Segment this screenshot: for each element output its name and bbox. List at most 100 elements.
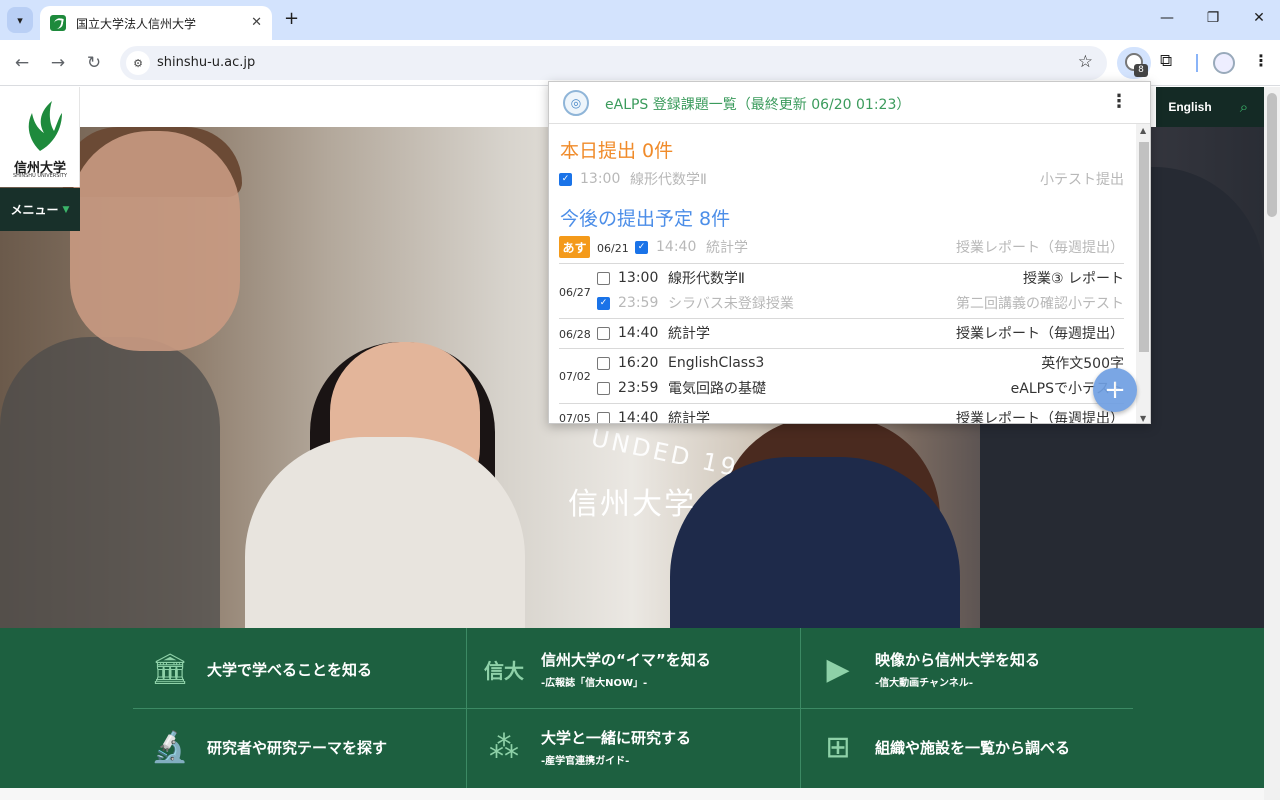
done-checkbox[interactable]: ✓ — [559, 172, 572, 186]
menu-label: メニュー — [10, 203, 59, 217]
profile-avatar[interactable] — [1213, 52, 1235, 74]
tab-search-button[interactable]: ▾ — [7, 7, 33, 33]
back-button[interactable]: ← — [11, 52, 33, 74]
bookmark-star-icon[interactable]: ☆ — [1078, 52, 1093, 72]
hero-person-left — [0, 337, 220, 628]
assignment-row: 13:00 線形代数学Ⅱ 授業③ レポート — [597, 267, 1124, 289]
plus-icon: + — [1104, 375, 1126, 405]
done-checkbox[interactable]: ✓ — [597, 296, 610, 310]
hero-person-center — [245, 437, 525, 628]
assignment-course[interactable]: EnglishClass3 — [668, 355, 1041, 371]
divider — [559, 263, 1124, 264]
quicknav-learn[interactable]: 🏛 大学で学べることを知る — [145, 646, 372, 692]
assignment-task[interactable]: 第二回講義の確認小テスト — [956, 293, 1124, 313]
assignment-task[interactable]: 授業レポート（毎週提出） — [956, 237, 1124, 257]
quicknav-title: 組織や施設を一覧から調べる — [875, 738, 1071, 757]
site-info-icon[interactable]: ⚙ — [126, 51, 150, 75]
close-window-icon[interactable]: ✕ — [1249, 10, 1269, 26]
url-text[interactable]: shinshu-u.ac.jp — [157, 55, 255, 70]
assignment-course[interactable]: 線形代数学Ⅱ — [668, 268, 1023, 288]
assignment-time: 13:00 — [618, 270, 659, 286]
ealps-popup: ◎ eALPS 登録課題一覧（最終更新 06/20 01:23） ⋮ 本日提出 … — [548, 81, 1151, 424]
triangle-down-icon: ▼ — [62, 204, 70, 215]
assignment-time: 13:00 — [580, 171, 621, 187]
divider — [800, 628, 801, 788]
assignment-course[interactable]: 統計学 — [668, 408, 956, 423]
assignment-row: 23:59 電気回路の基礎 eALPSで小テスト — [597, 377, 1124, 399]
page-scrollbar[interactable] — [1264, 87, 1280, 800]
quicknav-title: 大学と一緒に研究する — [541, 729, 692, 747]
ealps-extension-button[interactable]: 8 — [1117, 47, 1151, 79]
shindai-now-icon: 信大 — [484, 658, 524, 683]
extensions-puzzle-icon[interactable]: ⧉ — [1160, 51, 1172, 71]
assignment-course[interactable]: 線形代数学Ⅱ — [630, 169, 1040, 189]
popup-menu-icon[interactable]: ⋮ — [1110, 91, 1128, 112]
hero-founded-text: UNDED 19 — [588, 423, 742, 483]
assignment-course[interactable]: 統計学 — [668, 323, 956, 343]
extension-badge: 8 — [1134, 64, 1148, 77]
quicknav-title: 大学で学べることを知る — [207, 660, 373, 679]
todo-checkbox[interactable] — [597, 381, 610, 395]
site-logo[interactable]: 信州大学 SHINSHU UNIVERSITY — [0, 87, 80, 187]
assignment-task[interactable]: 小テスト提出 — [1040, 169, 1124, 189]
menu-button[interactable]: メニュー ▼ — [0, 188, 80, 231]
quicknav-collaborate[interactable]: ⁂ 大学と一緒に研究する -産学官連携ガイド- — [479, 724, 691, 770]
quicknav-video[interactable]: ▶ 映像から信州大学を知る -信大動画チャンネル- — [813, 646, 1040, 692]
new-tab-button[interactable]: + — [284, 9, 299, 29]
tomorrow-badge: あす — [559, 236, 590, 258]
assignment-time: 16:20 — [618, 355, 659, 371]
scroll-up-icon[interactable]: ▲ — [1140, 126, 1146, 135]
done-checkbox[interactable]: ✓ — [635, 240, 648, 254]
assignment-course[interactable]: シラバス未登録授業 — [668, 293, 956, 313]
minimize-icon[interactable]: — — [1157, 10, 1177, 26]
assignment-row: 16:20 EnglishClass3 英作文500字 — [597, 352, 1124, 374]
todo-checkbox[interactable] — [597, 411, 610, 423]
popup-scrollbar[interactable]: ▲ ▼ — [1136, 124, 1150, 423]
ealps-logo-icon: ◎ — [563, 90, 589, 116]
english-button[interactable]: English — [1156, 87, 1224, 127]
assignment-row: 14:40 統計学 授業レポート（毎週提出） — [597, 407, 1124, 423]
chevron-down-icon: ▾ — [17, 13, 23, 27]
favicon-icon — [50, 15, 66, 31]
today-heading: 本日提出 0件 — [560, 140, 674, 162]
quicknav-shindai-now[interactable]: 信大 信州大学の“イマ”を知る -広報誌「信大NOW」- — [479, 646, 711, 692]
quicknav-subtitle: -広報誌「信大NOW」- — [541, 678, 648, 689]
assignment-course[interactable]: 電気回路の基礎 — [668, 378, 1011, 398]
assignment-course[interactable]: 統計学 — [706, 237, 956, 257]
popup-scrollbar-thumb[interactable] — [1139, 142, 1149, 352]
popup-header: ◎ eALPS 登録課題一覧（最終更新 06/20 01:23） ⋮ — [549, 82, 1150, 124]
assignment-row: ✓ 13:00 線形代数学Ⅱ 小テスト提出 — [559, 168, 1124, 190]
assignment-time: 14:40 — [618, 325, 659, 341]
address-bar[interactable]: ⚙ shinshu-u.ac.jp ☆ — [120, 46, 1107, 80]
assignment-task[interactable]: 授業レポート（毎週提出） — [956, 323, 1124, 343]
divider — [559, 403, 1124, 404]
close-tab-icon[interactable]: ✕ — [251, 15, 262, 30]
quicknav-researchers[interactable]: 🔬 研究者や研究テーマを探す — [145, 724, 387, 770]
reload-button[interactable]: ↻ — [83, 52, 105, 74]
todo-checkbox[interactable] — [597, 271, 610, 285]
quicknav-subtitle: -産学官連携ガイド- — [541, 756, 630, 767]
divider — [133, 708, 1133, 709]
todo-checkbox[interactable] — [597, 326, 610, 340]
scrollbar-thumb[interactable] — [1267, 93, 1277, 217]
assignment-row: 14:40 統計学 授業レポート（毎週提出） — [597, 322, 1124, 344]
browser-menu-icon[interactable]: ⋮ — [1253, 51, 1269, 70]
quicknav-organization[interactable]: ⊞ 組織や施設を一覧から調べる — [813, 724, 1070, 770]
todo-checkbox[interactable] — [597, 356, 610, 370]
browser-tab[interactable]: 国立大学法人信州大学 ✕ — [40, 6, 272, 40]
toolbar-separator — [1196, 54, 1198, 72]
logo-subtext: SHINSHU UNIVERSITY — [12, 173, 68, 179]
hero-title: 信州大学 — [568, 487, 696, 522]
forward-button[interactable]: → — [47, 52, 69, 74]
add-assignment-button[interactable]: + — [1093, 368, 1137, 412]
assignment-task[interactable]: 授業③ レポート — [1023, 268, 1124, 288]
scroll-down-icon[interactable]: ▼ — [1140, 414, 1146, 423]
quicknav-title: 研究者や研究テーマを探す — [207, 738, 388, 757]
popup-title: eALPS 登録課題一覧（最終更新 06/20 01:23） — [605, 97, 911, 113]
due-date: 06/27 — [559, 286, 591, 299]
restore-icon[interactable]: ❐ — [1203, 10, 1223, 26]
divider — [466, 628, 467, 788]
assignment-task[interactable]: 授業レポート（毎週提出） — [956, 408, 1124, 423]
search-icon[interactable]: ⌕ — [1224, 87, 1264, 127]
divider — [559, 318, 1124, 319]
